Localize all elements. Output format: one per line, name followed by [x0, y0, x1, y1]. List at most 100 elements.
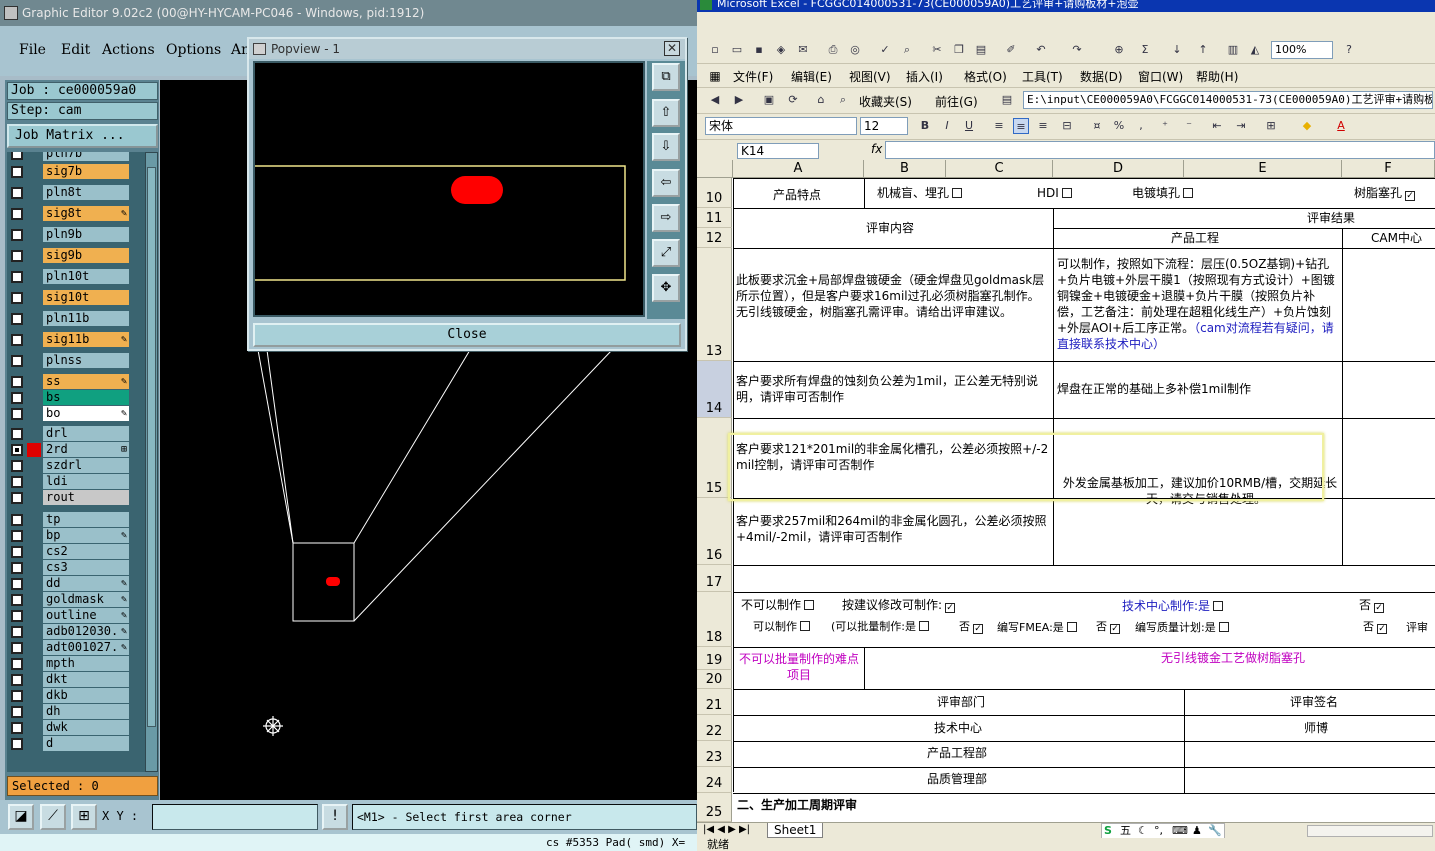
layer-checkbox[interactable] — [11, 530, 23, 542]
checkbox-checked-icon[interactable]: ✓ — [1377, 624, 1387, 634]
layer-row[interactable]: dwk — [7, 720, 145, 736]
zoom-in-button[interactable]: ⤢ — [652, 239, 680, 267]
font-color-icon[interactable]: A — [1333, 118, 1349, 134]
row-header[interactable]: 21 — [697, 689, 732, 715]
checkbox-icon[interactable] — [800, 621, 810, 631]
layer-name[interactable]: sig9b — [43, 248, 129, 263]
xl-menu-data[interactable]: 数据(D) — [1080, 68, 1123, 85]
layer-row[interactable]: sig9b — [7, 248, 145, 264]
checkbox-icon[interactable] — [1218, 622, 1229, 632]
user-icon[interactable]: ♟ — [1192, 824, 1202, 838]
xl-menu-help[interactable]: 帮助(H) — [1196, 68, 1238, 85]
refresh-icon[interactable]: ⟳ — [785, 92, 801, 108]
sheet-nav-icons[interactable]: |◀ ◀ ▶ ▶| — [703, 824, 750, 835]
layer-row[interactable]: bs — [7, 390, 145, 406]
layer-name[interactable]: sig11b ✎ — [43, 332, 129, 347]
print-icon[interactable]: ⎙ — [825, 42, 841, 58]
pan-left-button[interactable]: ⇦ — [652, 169, 680, 197]
menu-file[interactable]: File — [19, 42, 46, 58]
align-left-icon[interactable]: ≡ — [991, 118, 1007, 134]
cut-icon[interactable]: ✂ — [929, 42, 945, 58]
paste-icon[interactable]: ▤ — [973, 42, 989, 58]
job-matrix-button[interactable]: Job Matrix ... — [7, 124, 158, 148]
layer-name[interactable]: adb012030. ✎ — [43, 624, 129, 639]
sort-asc-icon[interactable]: ↓ — [1169, 42, 1185, 58]
layer-name[interactable]: ss ✎ — [43, 374, 129, 389]
layer-row[interactable]: szdrl — [7, 458, 145, 474]
layer-name[interactable]: dkt — [43, 672, 129, 687]
pan-right-button[interactable]: ⇨ — [652, 204, 680, 232]
row-header[interactable]: 16 — [697, 498, 732, 565]
layer-checkbox[interactable] — [11, 546, 23, 558]
goto-menu[interactable]: 前往(G) — [935, 93, 978, 110]
layer-checkbox[interactable] — [11, 229, 23, 241]
layer-row[interactable]: tp — [7, 512, 145, 528]
moon-icon[interactable]: ☾ — [1138, 824, 1148, 838]
row-header[interactable]: 10 — [697, 178, 732, 208]
stop-icon[interactable]: ▣ — [761, 92, 777, 108]
layer-row[interactable]: pln11b — [7, 311, 145, 327]
col-header-b[interactable]: B — [864, 160, 946, 178]
increase-indent-icon[interactable]: ⇥ — [1233, 118, 1249, 134]
layer-name[interactable]: sig8t ✎ — [43, 206, 129, 221]
sogou-s-icon[interactable]: S — [1104, 824, 1112, 838]
layer-checkbox[interactable] — [11, 166, 23, 178]
layer-row[interactable]: ldi — [7, 474, 145, 490]
percent-icon[interactable]: % — [1111, 118, 1127, 134]
permission-icon[interactable]: ◈ — [773, 42, 789, 58]
layer-checkbox[interactable] — [11, 292, 23, 304]
preview-icon[interactable]: ◎ — [847, 42, 863, 58]
layer-checkbox[interactable] — [11, 476, 23, 488]
formula-bar-input[interactable] — [885, 141, 1435, 159]
layer-row[interactable]: rout — [7, 490, 145, 506]
layer-checkbox[interactable] — [11, 152, 23, 160]
layer-checkbox[interactable] — [11, 250, 23, 262]
layer-checkbox[interactable] — [11, 444, 23, 456]
layer-scrollbar[interactable] — [145, 152, 158, 772]
copy-icon[interactable]: ❐ — [951, 42, 967, 58]
layer-name[interactable]: pln10t — [43, 269, 129, 284]
select-all-corner[interactable] — [697, 160, 733, 178]
row-header[interactable]: 19 — [697, 647, 732, 670]
fit-view-button[interactable]: ⧉ — [652, 63, 680, 91]
bold-icon[interactable]: B — [917, 118, 933, 134]
decrease-decimal-icon[interactable]: ⁻ — [1181, 118, 1197, 134]
autosum-icon[interactable]: Σ — [1137, 42, 1153, 58]
layer-checkbox[interactable] — [11, 208, 23, 220]
redo-icon[interactable]: ↷ — [1069, 42, 1085, 58]
layer-row[interactable]: adt001027. ✎ — [7, 640, 145, 656]
name-box[interactable]: K14 — [737, 143, 819, 159]
row-header[interactable]: 22 — [697, 715, 732, 741]
increase-decimal-icon[interactable]: ⁺ — [1157, 118, 1173, 134]
checkbox-icon[interactable] — [1066, 622, 1077, 632]
layer-row[interactable]: drl — [7, 426, 145, 442]
hyperlink-icon[interactable]: ⊕ — [1111, 42, 1127, 58]
horizontal-scrollbar[interactable] — [1307, 825, 1433, 837]
merge-center-icon[interactable]: ⊟ — [1059, 118, 1075, 134]
layer-row[interactable]: dkt — [7, 672, 145, 688]
xl-menu-insert[interactable]: 插入(I) — [906, 68, 943, 85]
favorites-menu[interactable]: 收藏夹(S) — [859, 93, 912, 110]
layer-name[interactable]: dkb — [43, 688, 129, 703]
layer-name[interactable]: pln8t — [43, 185, 129, 200]
layer-checkbox[interactable] — [11, 738, 23, 750]
xl-menu-window[interactable]: 窗口(W) — [1138, 68, 1183, 85]
checkbox-icon[interactable] — [919, 621, 929, 631]
layer-row[interactable]: dkb — [7, 688, 145, 704]
layer-checkbox[interactable] — [11, 722, 23, 734]
checkbox-icon[interactable] — [1213, 601, 1224, 611]
xl-menu-file[interactable]: 文件(F) — [733, 68, 773, 85]
layer-row[interactable]: pln7b — [7, 152, 145, 162]
row-header[interactable]: 17 — [697, 565, 732, 592]
borders-icon[interactable]: ⊞ — [1263, 118, 1279, 134]
sheet-tab[interactable]: Sheet1 — [767, 823, 824, 838]
layer-checkbox[interactable] — [11, 492, 23, 504]
col-header-a[interactable]: A — [733, 160, 864, 178]
layer-name[interactable]: cs3 — [43, 560, 129, 575]
layer-row[interactable]: mpth — [7, 656, 145, 672]
layer-checkbox[interactable] — [11, 578, 23, 590]
layer-name[interactable]: pln11b — [43, 311, 129, 326]
sort-desc-icon[interactable]: ↑ — [1195, 42, 1211, 58]
menu-actions[interactable]: Actions — [102, 42, 155, 58]
home-icon[interactable]: ⌂ — [813, 92, 829, 108]
